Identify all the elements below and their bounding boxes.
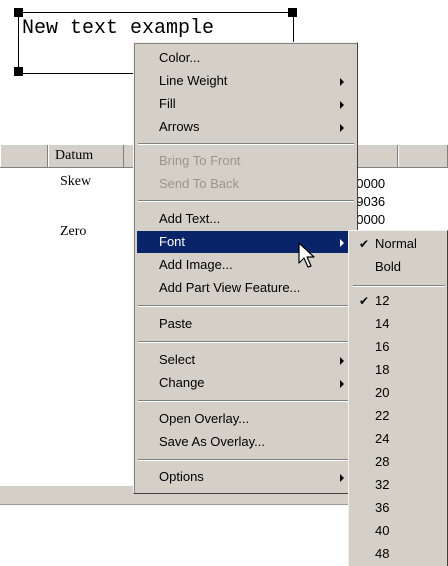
submenu-item-label: 40 (375, 523, 390, 538)
submenu-item-label: Normal (375, 236, 417, 251)
menu-item-add-part-view-feature[interactable]: Add Part View Feature... (137, 277, 354, 299)
submenu-item-size-32[interactable]: 32 (351, 474, 447, 496)
submenu-item-size-24[interactable]: 24 (351, 428, 447, 450)
menu-item-send-to-back[interactable]: Send To Back (137, 173, 354, 195)
menu-item-color[interactable]: Color... (137, 47, 354, 69)
submenu-item-size-14[interactable]: 14 (351, 313, 447, 335)
menu-item-paste[interactable]: Paste (137, 313, 354, 335)
font-submenu: ✔ Normal Bold ✔ 12 14 16 18 20 22 24 28 32… (348, 230, 448, 566)
text-box-content: New text example (22, 17, 215, 40)
submenu-item-label: 24 (375, 431, 390, 446)
submenu-item-size-20[interactable]: 20 (351, 382, 447, 404)
submenu-item-bold[interactable]: Bold (351, 256, 447, 278)
submenu-item-label: 36 (375, 500, 390, 515)
submenu-item-label: 12 (375, 293, 390, 308)
menu-item-bring-to-front[interactable]: Bring To Front (137, 150, 354, 172)
submenu-item-normal[interactable]: ✔ Normal (351, 233, 447, 255)
menu-separator (138, 200, 354, 202)
submenu-item-label: 22 (375, 408, 390, 423)
submenu-item-label: 48 (375, 546, 390, 561)
resize-handle-top-right[interactable] (288, 8, 297, 17)
menu-separator (138, 400, 354, 402)
menu-item-label: Color... (159, 50, 201, 65)
table-row-label-zero: Zero (60, 224, 87, 239)
menu-item-label: Save As Overlay... (159, 434, 265, 449)
menu-item-label: Add Text... (159, 211, 221, 226)
menu-separator (138, 341, 354, 343)
check-icon: ✔ (359, 237, 370, 251)
submenu-item-size-22[interactable]: 22 (351, 405, 447, 427)
submenu-item-label: 14 (375, 316, 390, 331)
resize-handle-top-left[interactable] (14, 8, 23, 17)
menu-item-arrows[interactable]: Arrows (137, 116, 354, 138)
menu-item-label: Options (159, 469, 204, 484)
menu-item-label: Open Overlay... (159, 411, 250, 426)
menu-item-open-overlay[interactable]: Open Overlay... (137, 408, 354, 430)
menu-item-label: Add Image... (159, 257, 233, 272)
mouse-pointer-icon (298, 242, 315, 268)
submenu-arrow-icon (340, 357, 344, 365)
menu-item-label: Fill (159, 96, 176, 111)
menu-item-add-image[interactable]: Add Image... (137, 254, 354, 276)
menu-item-label: Send To Back (159, 176, 239, 191)
table-header-cell (398, 145, 448, 167)
menu-item-font[interactable]: Font (137, 231, 354, 253)
submenu-item-label: 20 (375, 385, 390, 400)
menu-item-label: Paste (159, 316, 193, 331)
menu-item-label: Font (159, 234, 186, 249)
table-header-blank (0, 145, 48, 167)
submenu-item-size-36[interactable]: 36 (351, 497, 447, 519)
submenu-arrow-icon (340, 101, 344, 109)
submenu-item-size-12[interactable]: ✔ 12 (351, 290, 447, 312)
menu-item-label: Bring To Front (159, 153, 241, 168)
menu-item-label: Arrows (159, 119, 200, 134)
submenu-item-size-18[interactable]: 18 (351, 359, 447, 381)
submenu-arrow-icon (340, 78, 344, 86)
menu-item-label: Select (159, 352, 196, 367)
menu-item-fill[interactable]: Fill (137, 93, 354, 115)
submenu-item-size-28[interactable]: 28 (351, 451, 447, 473)
submenu-separator (353, 285, 445, 287)
resize-handle-bottom-left[interactable] (14, 67, 23, 76)
submenu-item-size-48[interactable]: 48 (351, 543, 447, 565)
menu-item-label: Add Part View Feature... (159, 280, 301, 295)
menu-separator (138, 459, 354, 461)
submenu-item-label: 32 (375, 477, 390, 492)
menu-item-label: Line Weight (159, 73, 228, 88)
menu-item-add-text[interactable]: Add Text... (137, 208, 354, 230)
menu-separator (138, 305, 354, 307)
menu-item-save-as-overlay[interactable]: Save As Overlay... (137, 431, 354, 453)
menu-item-change[interactable]: Change (137, 372, 354, 394)
table-row-label-skew: Skew (60, 174, 92, 189)
check-icon: ✔ (359, 294, 370, 308)
menu-item-select[interactable]: Select (137, 349, 354, 371)
submenu-item-label: 28 (375, 454, 390, 469)
menu-separator (138, 143, 354, 145)
submenu-item-label: 16 (375, 339, 390, 354)
menu-item-options[interactable]: Options (137, 466, 354, 488)
submenu-arrow-icon (340, 124, 344, 132)
submenu-arrow-icon (340, 239, 344, 247)
submenu-arrow-icon (340, 380, 344, 388)
menu-item-label: Change (159, 375, 205, 390)
submenu-item-label: Bold (375, 259, 402, 274)
submenu-item-size-16[interactable]: 16 (351, 336, 447, 358)
submenu-item-label: 18 (375, 362, 390, 377)
submenu-arrow-icon (340, 474, 344, 482)
table-header-datum[interactable]: Datum (48, 145, 124, 167)
context-menu: Color... Line Weight Fill Arrows Bring T… (133, 42, 358, 494)
menu-item-line-weight[interactable]: Line Weight (137, 70, 354, 92)
submenu-item-size-40[interactable]: 40 (351, 520, 447, 542)
